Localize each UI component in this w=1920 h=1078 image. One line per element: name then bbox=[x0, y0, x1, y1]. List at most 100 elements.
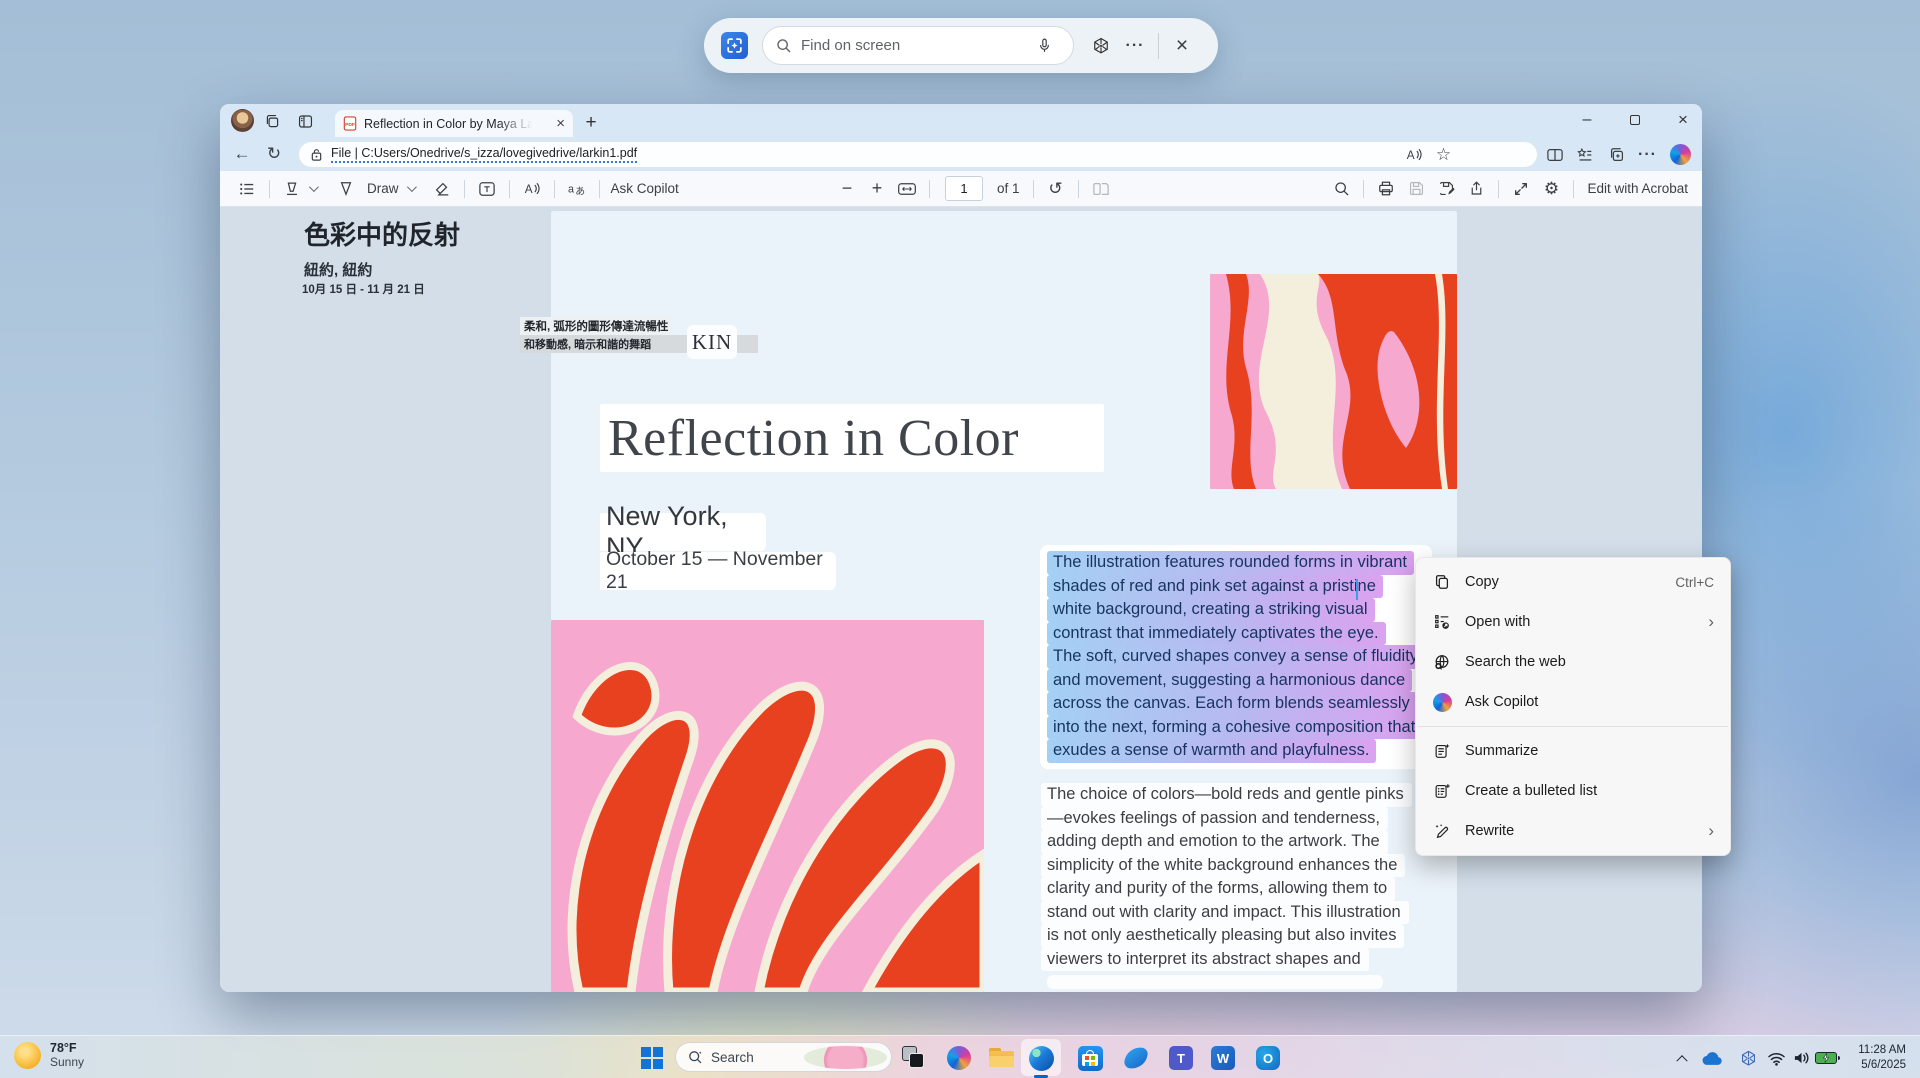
zoom-in-icon[interactable]: + bbox=[863, 175, 891, 203]
translate-icon[interactable]: aあ bbox=[563, 175, 591, 203]
read-aloud-icon[interactable]: A bbox=[518, 175, 546, 203]
clock-date: 5/6/2025 bbox=[1861, 1058, 1906, 1071]
highlighter-dropdown-icon[interactable] bbox=[308, 182, 319, 193]
outlook-button[interactable]: O bbox=[1255, 1045, 1281, 1071]
draw-label[interactable]: Draw bbox=[367, 181, 399, 196]
copy-icon bbox=[1432, 572, 1452, 592]
new-tab-button[interactable]: + bbox=[578, 110, 604, 136]
pdf-file-icon: PDF bbox=[343, 116, 357, 131]
onedrive-tray-icon[interactable] bbox=[1701, 1047, 1723, 1069]
menu-label: Ask Copilot bbox=[1465, 694, 1539, 710]
taskbar-search-label: Search bbox=[711, 1049, 754, 1065]
save-as-icon[interactable] bbox=[1432, 175, 1460, 203]
folder-icon bbox=[988, 1048, 1014, 1068]
document-dates-band[interactable]: October 15 — November 21 bbox=[600, 548, 836, 593]
menu-item-rewrite[interactable]: Rewrite › bbox=[1416, 811, 1730, 851]
page-number-input[interactable] bbox=[945, 176, 983, 201]
draw-pen-icon[interactable] bbox=[332, 175, 360, 203]
weather-widget[interactable]: 78°F Sunny bbox=[14, 1041, 84, 1069]
menu-item-open-with[interactable]: Open with › bbox=[1416, 602, 1730, 642]
menu-item-bulleted-list[interactable]: Create a bulleted list bbox=[1416, 771, 1730, 811]
weather-condition: Sunny bbox=[50, 1055, 85, 1069]
tray-show-hidden-icons[interactable] bbox=[1671, 1047, 1693, 1069]
search-document-icon[interactable] bbox=[1327, 175, 1355, 203]
address-bar-row: ← ↻ File | C:Users/Onedrive/s_izza/loveg… bbox=[220, 137, 1702, 171]
teams-button[interactable]: T bbox=[1168, 1045, 1194, 1071]
add-text-icon[interactable] bbox=[473, 175, 501, 203]
microsoft-store-button[interactable] bbox=[1077, 1045, 1103, 1071]
menu-item-ask-copilot[interactable]: Ask Copilot bbox=[1416, 682, 1730, 722]
maximize-button[interactable] bbox=[1614, 104, 1656, 136]
wifi-tray-icon[interactable] bbox=[1765, 1047, 1787, 1069]
read-aloud-icon[interactable]: A bbox=[1400, 141, 1427, 168]
visual-search-icon[interactable] bbox=[721, 32, 748, 59]
close-icon: × bbox=[1175, 33, 1189, 57]
click-to-do-tray-icon[interactable] bbox=[1737, 1047, 1759, 1069]
split-screen-icon[interactable] bbox=[1541, 141, 1568, 168]
find-close-button[interactable]: × bbox=[1165, 29, 1199, 63]
document-location-band[interactable]: New York, NY bbox=[600, 501, 766, 562]
edge-button[interactable] bbox=[1028, 1045, 1054, 1071]
start-button[interactable] bbox=[639, 1045, 665, 1071]
highlighted-line: and movement, suggesting a harmonious da… bbox=[1047, 668, 1413, 692]
browser-more-button[interactable]: ··· bbox=[1634, 141, 1661, 168]
copilot-button[interactable] bbox=[1667, 141, 1694, 168]
menu-item-summarize[interactable]: Summarize bbox=[1416, 731, 1730, 771]
table-of-contents-icon[interactable] bbox=[233, 175, 261, 203]
fullscreen-icon[interactable] bbox=[1507, 175, 1535, 203]
click-to-do-icon[interactable] bbox=[1084, 29, 1118, 63]
eraser-icon[interactable] bbox=[428, 175, 456, 203]
favorite-star-icon[interactable]: ☆ bbox=[1430, 141, 1457, 168]
taskbar-search[interactable]: Search bbox=[675, 1042, 892, 1072]
address-bar[interactable]: File | C:Users/Onedrive/s_izza/lovegived… bbox=[298, 141, 1538, 168]
battery-icon bbox=[1815, 1052, 1840, 1064]
teams-icon: T bbox=[1169, 1046, 1193, 1070]
zoom-out-icon[interactable]: − bbox=[833, 175, 861, 203]
file-explorer-button[interactable] bbox=[988, 1045, 1014, 1071]
microphone-icon[interactable] bbox=[1027, 29, 1061, 63]
menu-item-search-web[interactable]: Search the web bbox=[1416, 642, 1730, 682]
back-button[interactable]: ← bbox=[228, 140, 256, 168]
print-icon[interactable] bbox=[1372, 175, 1400, 203]
sun-icon bbox=[14, 1041, 41, 1069]
find-input[interactable] bbox=[801, 37, 1027, 54]
menu-item-copy[interactable]: Copy Ctrl+C bbox=[1416, 562, 1730, 602]
collections-icon[interactable] bbox=[1571, 141, 1598, 168]
volume-tray-icon[interactable] bbox=[1790, 1047, 1812, 1069]
task-view-button[interactable] bbox=[901, 1045, 927, 1071]
workspaces-icon[interactable] bbox=[262, 111, 282, 131]
tab-title: Reflection in Color by Maya Larkin bbox=[364, 116, 536, 131]
microsoft-365-button[interactable] bbox=[1123, 1045, 1149, 1071]
menu-shortcut: Ctrl+C bbox=[1675, 574, 1714, 590]
ask-copilot-button[interactable]: Ask Copilot bbox=[611, 181, 679, 196]
battery-tray-icon[interactable] bbox=[1815, 1047, 1840, 1069]
fit-to-width-icon[interactable] bbox=[893, 175, 921, 203]
add-to-collection-icon[interactable] bbox=[1603, 141, 1630, 168]
document-title-band[interactable]: Reflection in Color bbox=[600, 404, 1104, 472]
taskbar-copilot-button[interactable] bbox=[946, 1045, 972, 1071]
body-paragraph[interactable]: The choice of colors—bold reds and gentl… bbox=[1041, 783, 1412, 971]
settings-gear-icon[interactable]: ⚙ bbox=[1537, 175, 1565, 203]
edit-with-acrobat-button[interactable]: Edit with Acrobat bbox=[1587, 181, 1688, 196]
window-close-button[interactable]: × bbox=[1662, 104, 1702, 136]
refresh-button[interactable]: ↻ bbox=[260, 140, 288, 168]
word-button[interactable]: W bbox=[1210, 1045, 1236, 1071]
find-search-field[interactable] bbox=[762, 26, 1074, 65]
taskbar-clock[interactable]: 11:28 AM 5/6/2025 bbox=[1858, 1043, 1906, 1072]
highlighter-icon[interactable] bbox=[278, 175, 306, 203]
body-line: simplicity of the white background enhan… bbox=[1041, 853, 1406, 877]
find-more-button[interactable]: ··· bbox=[1118, 29, 1152, 63]
share-icon[interactable] bbox=[1462, 175, 1490, 203]
highlighted-paragraph[interactable]: The illustration features rounded forms … bbox=[1040, 545, 1433, 769]
tab-close-icon[interactable]: × bbox=[556, 115, 565, 132]
minimize-button[interactable]: – bbox=[1566, 104, 1608, 136]
profile-avatar[interactable] bbox=[231, 109, 254, 132]
clock-time: 11:28 AM bbox=[1858, 1044, 1906, 1056]
active-tab[interactable]: PDF Reflection in Color by Maya Larkin × bbox=[335, 110, 573, 137]
document-title: Reflection in Color bbox=[608, 409, 1019, 467]
annotation-line: 柔和, 弧形的圖形傳達流暢性 bbox=[520, 317, 673, 335]
rotate-icon[interactable]: ↺ bbox=[1042, 175, 1070, 203]
draw-dropdown-icon[interactable] bbox=[406, 182, 417, 193]
tab-actions-icon[interactable] bbox=[295, 111, 315, 131]
body-line: stand out with clarity and impact. This … bbox=[1041, 900, 1409, 924]
